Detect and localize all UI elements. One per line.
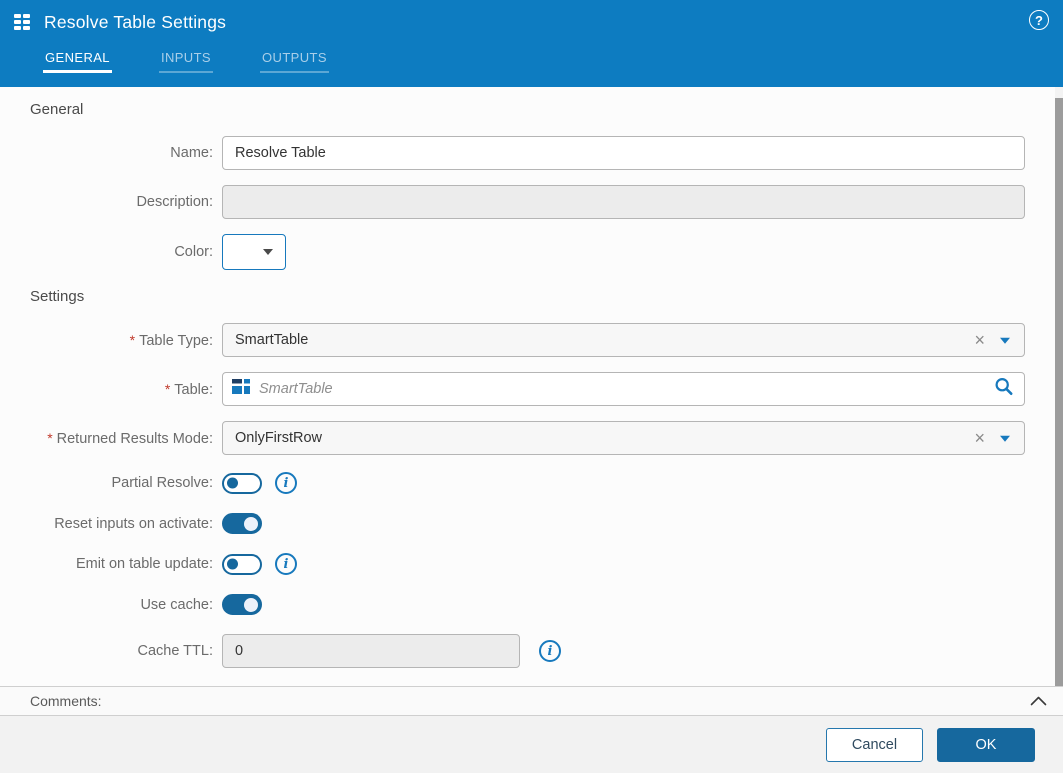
color-field-row: Color:: [30, 234, 1025, 270]
use-cache-label: Use cache:: [30, 597, 222, 613]
table-field-row: *Table:: [30, 372, 1025, 406]
emit-on-table-update-toggle[interactable]: [222, 554, 262, 575]
tab-inputs[interactable]: INPUTS: [159, 44, 213, 73]
partial-resolve-toggle[interactable]: [222, 473, 262, 494]
emit-on-table-update-label: Emit on table update:: [30, 556, 222, 572]
table-label: *Table:: [30, 381, 222, 398]
use-cache-toggle[interactable]: [222, 594, 262, 615]
required-marker: *: [165, 381, 170, 397]
name-field-row: Name:: [30, 136, 1025, 170]
dialog-footer: Cancel OK: [0, 716, 1063, 773]
tab-general[interactable]: GENERAL: [43, 44, 112, 73]
cancel-button[interactable]: Cancel: [826, 728, 923, 762]
chevron-down-icon[interactable]: [1000, 436, 1010, 442]
settings-section-heading: Settings: [30, 288, 1025, 305]
tab-inputs-label: INPUTS: [161, 50, 211, 65]
reset-inputs-on-activate-toggle[interactable]: [222, 513, 262, 534]
ok-button[interactable]: OK: [937, 728, 1035, 762]
comments-bar: Comments:: [0, 686, 1063, 716]
emit-on-table-update-row: Emit on table update: i: [30, 553, 1025, 575]
tab-outputs[interactable]: OUTPUTS: [260, 44, 329, 73]
smarttable-icon: [232, 379, 251, 399]
reset-inputs-on-activate-label: Reset inputs on activate:: [30, 516, 222, 532]
chevron-down-icon[interactable]: [1000, 338, 1010, 344]
clear-icon[interactable]: ×: [974, 331, 985, 349]
tab-general-label: GENERAL: [45, 50, 110, 65]
tab-bar: GENERAL INPUTS OUTPUTS: [0, 44, 1063, 87]
cache-ttl-input[interactable]: [222, 634, 520, 668]
scrollbar-track[interactable]: [1055, 87, 1063, 686]
form-scroll-area: General Name: Description: Color: Settin…: [0, 87, 1063, 686]
description-field-row: Description:: [30, 185, 1025, 219]
color-label: Color:: [30, 244, 222, 260]
description-input[interactable]: [222, 185, 1025, 219]
info-icon[interactable]: i: [275, 472, 297, 494]
dialog-title: Resolve Table Settings: [44, 12, 226, 33]
scrollbar-thumb[interactable]: [1055, 98, 1063, 686]
name-input[interactable]: [222, 136, 1025, 170]
chevron-down-icon[interactable]: [263, 249, 273, 255]
color-dropdown[interactable]: [222, 234, 286, 270]
required-marker: *: [47, 430, 52, 446]
table-grid-icon[interactable]: [14, 14, 30, 30]
table-type-field-row: *Table Type: SmartTable ×: [30, 323, 1025, 357]
collapse-comments-button[interactable]: [1030, 696, 1047, 706]
info-icon[interactable]: i: [539, 640, 561, 662]
chevron-up-icon: [1030, 696, 1047, 706]
general-section-heading: General: [30, 101, 1025, 118]
cache-ttl-field-row: Cache TTL: i: [30, 634, 1025, 668]
required-marker: *: [130, 332, 135, 348]
dialog-header: Resolve Table Settings ? GENERAL INPUTS …: [0, 0, 1063, 87]
info-icon[interactable]: i: [275, 553, 297, 575]
table-type-label: *Table Type:: [30, 332, 222, 349]
table-lookup-input[interactable]: [222, 372, 1025, 406]
reset-inputs-on-activate-row: Reset inputs on activate:: [30, 513, 1025, 534]
help-icon[interactable]: ?: [1029, 10, 1049, 30]
returned-results-mode-dropdown[interactable]: OnlyFirstRow ×: [222, 421, 1025, 455]
use-cache-row: Use cache:: [30, 594, 1025, 615]
table-type-dropdown[interactable]: SmartTable ×: [222, 323, 1025, 357]
returned-results-mode-field-row: *Returned Results Mode: OnlyFirstRow ×: [30, 421, 1025, 455]
cache-ttl-label: Cache TTL:: [30, 643, 222, 659]
partial-resolve-row: Partial Resolve: i: [30, 472, 1025, 494]
titlebar: Resolve Table Settings ?: [0, 0, 1063, 44]
comments-label: Comments:: [30, 693, 102, 709]
tab-outputs-label: OUTPUTS: [262, 50, 327, 65]
partial-resolve-label: Partial Resolve:: [30, 475, 222, 491]
search-icon[interactable]: [994, 377, 1014, 402]
name-label: Name:: [30, 145, 222, 161]
clear-icon[interactable]: ×: [974, 429, 985, 447]
table-type-value: SmartTable: [235, 332, 308, 348]
returned-results-mode-label: *Returned Results Mode:: [30, 430, 222, 447]
description-label: Description:: [30, 194, 222, 210]
returned-results-mode-value: OnlyFirstRow: [235, 430, 322, 446]
